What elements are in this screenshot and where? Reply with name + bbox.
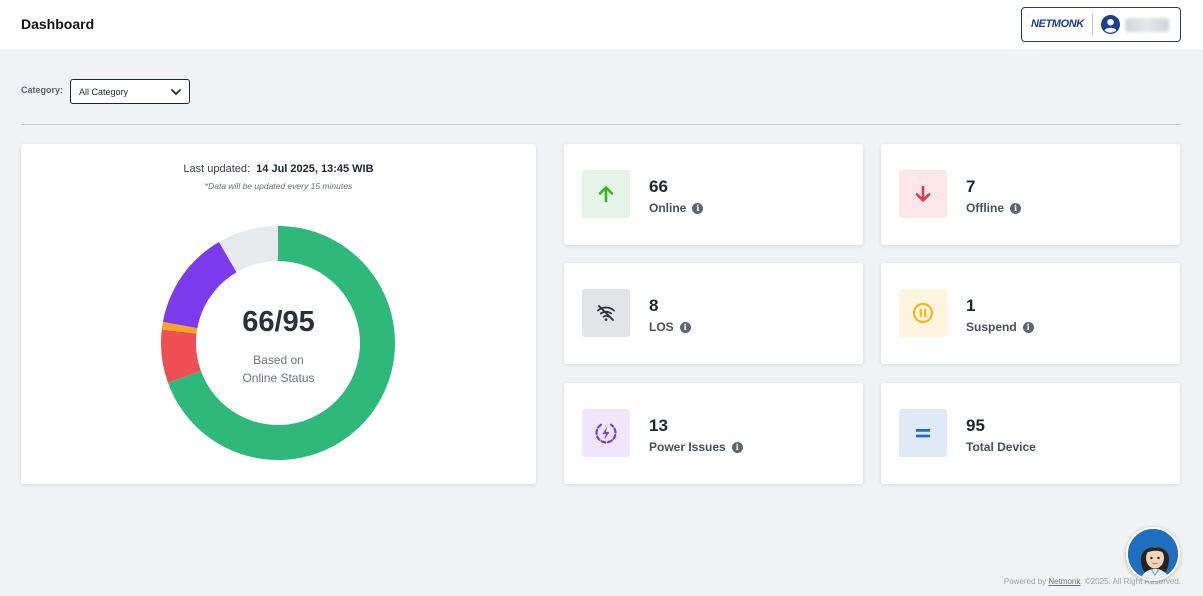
section-divider [21, 124, 1181, 125]
status-donut-chart [161, 226, 395, 460]
category-select[interactable]: All Category [70, 79, 190, 104]
stat-label-text: Total Device [966, 440, 1036, 454]
stat-label: Total Device [966, 440, 1036, 454]
wifi-off-icon [597, 305, 615, 321]
top-bar: Dashboard NETMONK [0, 0, 1203, 49]
stat-label-text: Offline [966, 201, 1004, 215]
stat-label-text: Online [649, 201, 687, 215]
stat-label: Offline i [966, 201, 1021, 215]
user-circle-icon [1101, 15, 1120, 34]
equals-icon [916, 429, 930, 438]
info-icon[interactable]: i [1010, 202, 1021, 214]
arrow-up-icon [598, 186, 614, 203]
stat-label-text: Power Issues [649, 440, 726, 454]
last-updated-label: Last updated: [183, 163, 251, 175]
stat-card-los[interactable]: 8 LOS i [564, 263, 863, 364]
footer-link[interactable]: Netmonk [1048, 577, 1080, 586]
stat-icon-box [582, 170, 630, 218]
stat-icon-box [899, 409, 947, 457]
last-updated: Last updated: 14 Jul 2025, 13:45 WIB [21, 163, 536, 175]
stat-label: Suspend i [966, 320, 1034, 334]
netmonk-logo: NETMONK [1031, 18, 1084, 30]
account-menu[interactable]: NETMONK [1021, 7, 1181, 42]
info-icon[interactable]: i [692, 202, 704, 214]
caption-line-2: Online Status [242, 371, 315, 385]
stat-label-text: LOS [649, 320, 674, 334]
stat-label: LOS i [649, 320, 691, 334]
stat-value: 66 [649, 177, 668, 196]
stat-value: 13 [649, 416, 668, 435]
category-label: Category: [21, 85, 64, 95]
stat-value: 8 [649, 296, 659, 315]
pause-circle-icon [912, 302, 934, 324]
last-updated-value: 14 Jul 2025, 13:45 WIB [256, 163, 374, 175]
assistant-avatar-icon [1128, 529, 1178, 579]
power-bolt-icon [595, 423, 617, 444]
arrow-down-icon [915, 185, 931, 202]
stat-icon-box [899, 170, 947, 218]
chevron-down-icon [171, 89, 181, 95]
stat-label: Power Issues i [649, 440, 743, 454]
stat-card-power-issues[interactable]: 13 Power Issues i [564, 383, 863, 484]
stat-value: 95 [966, 416, 985, 435]
status-overview-card: Last updated: 14 Jul 2025, 13:45 WIB *Da… [21, 144, 536, 484]
stat-card-suspend[interactable]: 1 Suspend i [881, 263, 1180, 364]
online-ratio-caption: Based on Online Status [21, 351, 536, 387]
user-name-redacted [1125, 18, 1169, 32]
info-icon[interactable]: i [1022, 321, 1034, 333]
brand-divider [1092, 14, 1093, 36]
stat-value: 7 [966, 177, 976, 196]
assistant-chat-button[interactable] [1126, 527, 1180, 581]
stat-card-total-device[interactable]: 95 Total Device [881, 383, 1180, 484]
info-icon[interactable]: i [731, 441, 743, 453]
stat-card-online[interactable]: 66 Online i [564, 144, 863, 245]
stat-label: Online i [649, 201, 704, 215]
caption-line-1: Based on [253, 353, 304, 367]
stat-icon-box [582, 289, 630, 337]
info-icon[interactable]: i [679, 321, 691, 333]
stat-label-text: Suspend [966, 320, 1017, 334]
footer-prefix: Powered by [1003, 577, 1047, 586]
page-title: Dashboard [21, 16, 95, 32]
stat-card-offline[interactable]: 7 Offline i [881, 144, 1180, 245]
stat-icon-box [899, 289, 947, 337]
footer-suffix: . ©2025. All Right Reserved. [1080, 577, 1181, 586]
stat-icon-box [582, 409, 630, 457]
update-frequency-note: *Data will be updated every 15 minutes [204, 181, 353, 191]
online-ratio-value: 66/95 [242, 306, 315, 338]
category-select-value: All Category [79, 87, 129, 97]
stat-value: 1 [966, 296, 976, 315]
